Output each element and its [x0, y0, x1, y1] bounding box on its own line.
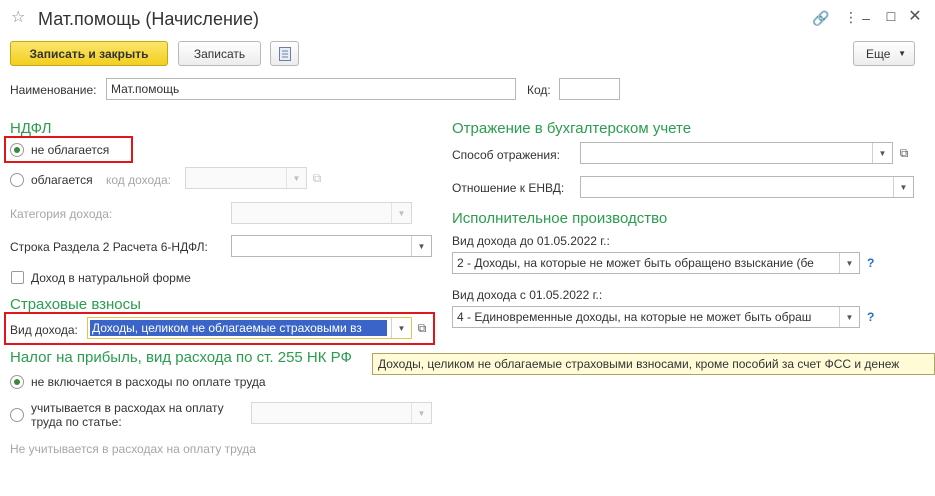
link-icon[interactable]: 🔗 [812, 10, 830, 26]
envd-label: Отношение к ЕНВД: [452, 181, 565, 195]
code-input[interactable] [559, 78, 620, 100]
accounting-method-select[interactable]: ▼ [580, 142, 893, 164]
name-label: Наименование: [10, 83, 97, 97]
chevron-down-icon[interactable]: ▼ [872, 143, 892, 163]
chevron-down-icon[interactable]: ▼ [286, 168, 306, 188]
income-code-select[interactable]: ▼ [185, 167, 307, 189]
not-taxed-radio[interactable] [10, 143, 24, 157]
more-button[interactable]: Еще ▼ [853, 41, 915, 66]
profit-tax-section-title: Налог на прибыль, вид расхода по ст. 255… [10, 349, 352, 366]
document-list-icon [278, 46, 291, 61]
income-type-value: Доходы, целиком не облагаемые страховыми… [90, 320, 387, 336]
favorite-star-icon[interactable]: ☆ [11, 9, 25, 27]
income-type-select[interactable]: Доходы, целиком не облагаемые страховыми… [87, 317, 412, 339]
income-category-label: Категория дохода: [10, 207, 113, 221]
accounting-method-label: Способ отражения: [452, 148, 560, 162]
code-label: Код: [527, 83, 551, 97]
chevron-down-icon[interactable]: ▼ [839, 307, 859, 327]
report-button[interactable] [270, 41, 299, 66]
open-icon[interactable]: ⧉ [894, 142, 914, 164]
close-icon[interactable]: ✕ [906, 9, 924, 25]
expense-included-radio[interactable] [10, 408, 24, 422]
save-and-close-button[interactable]: Записать и закрыть [10, 41, 168, 66]
income-before-label: Вид дохода до 01.05.2022 г.: [452, 234, 610, 248]
name-value: Мат.помощь [111, 82, 180, 96]
window-title: Мат.помощь (Начисление) [38, 9, 259, 29]
expense-excluded-radio[interactable] [10, 375, 24, 389]
chevron-down-icon[interactable]: ▼ [411, 236, 431, 256]
expense-included-label-line1: учитывается в расходах на оплату [31, 401, 224, 415]
income-category-select[interactable]: ▼ [231, 202, 412, 224]
more-button-label: Еще [866, 46, 891, 61]
chevron-down-icon: ▼ [898, 49, 906, 58]
income-after-value: 4 - Единовременные доходы, на которые не… [457, 310, 812, 324]
income-after-select[interactable]: 4 - Единовременные доходы, на которые не… [452, 306, 860, 328]
envd-select[interactable]: ▼ [580, 176, 914, 198]
income-before-select[interactable]: 2 - Доходы, на которые не может быть обр… [452, 252, 860, 274]
section2-label: Строка Раздела 2 Расчета 6-НДФЛ: [10, 240, 208, 254]
accounting-section-title: Отражение в бухгалтерском учете [452, 120, 692, 137]
chevron-down-icon[interactable]: ▼ [391, 318, 411, 338]
help-icon[interactable]: ? [867, 256, 874, 270]
expense-excluded-label: не включается в расходы по оплате труда [31, 375, 266, 389]
save-button[interactable]: Записать [178, 41, 261, 66]
income-type-tooltip: Доходы, целиком не облагаемые страховыми… [372, 353, 935, 375]
minimize-icon[interactable]: – [857, 10, 875, 26]
chevron-down-icon[interactable]: ▼ [839, 253, 859, 273]
in-kind-checkbox[interactable] [11, 271, 24, 284]
section2-select[interactable]: ▼ [231, 235, 432, 257]
income-code-label: код дохода: [106, 173, 171, 187]
name-input[interactable]: Мат.помощь [106, 78, 516, 100]
help-icon[interactable]: ? [867, 310, 874, 324]
chevron-down-icon[interactable]: ▼ [391, 203, 411, 223]
open-icon[interactable]: ⧉ [307, 167, 327, 189]
taxed-label: облагается [31, 173, 93, 187]
maximize-icon[interactable]: ☐ [882, 9, 900, 25]
not-taxed-label: не облагается [31, 143, 110, 157]
profit-tax-note: Не учитывается в расходах на оплату труд… [10, 442, 256, 456]
chevron-down-icon[interactable]: ▼ [411, 403, 431, 423]
expense-article-select[interactable]: ▼ [251, 402, 432, 424]
taxed-radio[interactable] [10, 173, 24, 187]
income-after-label: Вид дохода с 01.05.2022 г.: [452, 288, 603, 302]
chevron-down-icon[interactable]: ▼ [893, 177, 913, 197]
income-before-value: 2 - Доходы, на которые не может быть обр… [457, 256, 814, 270]
enforcement-section-title: Исполнительное производство [452, 210, 668, 227]
open-icon[interactable]: ⧉ [412, 317, 432, 339]
income-type-label: Вид дохода: [10, 323, 78, 337]
in-kind-label: Доход в натуральной форме [31, 271, 191, 285]
expense-included-label-line2: труда по статье: [31, 415, 122, 429]
